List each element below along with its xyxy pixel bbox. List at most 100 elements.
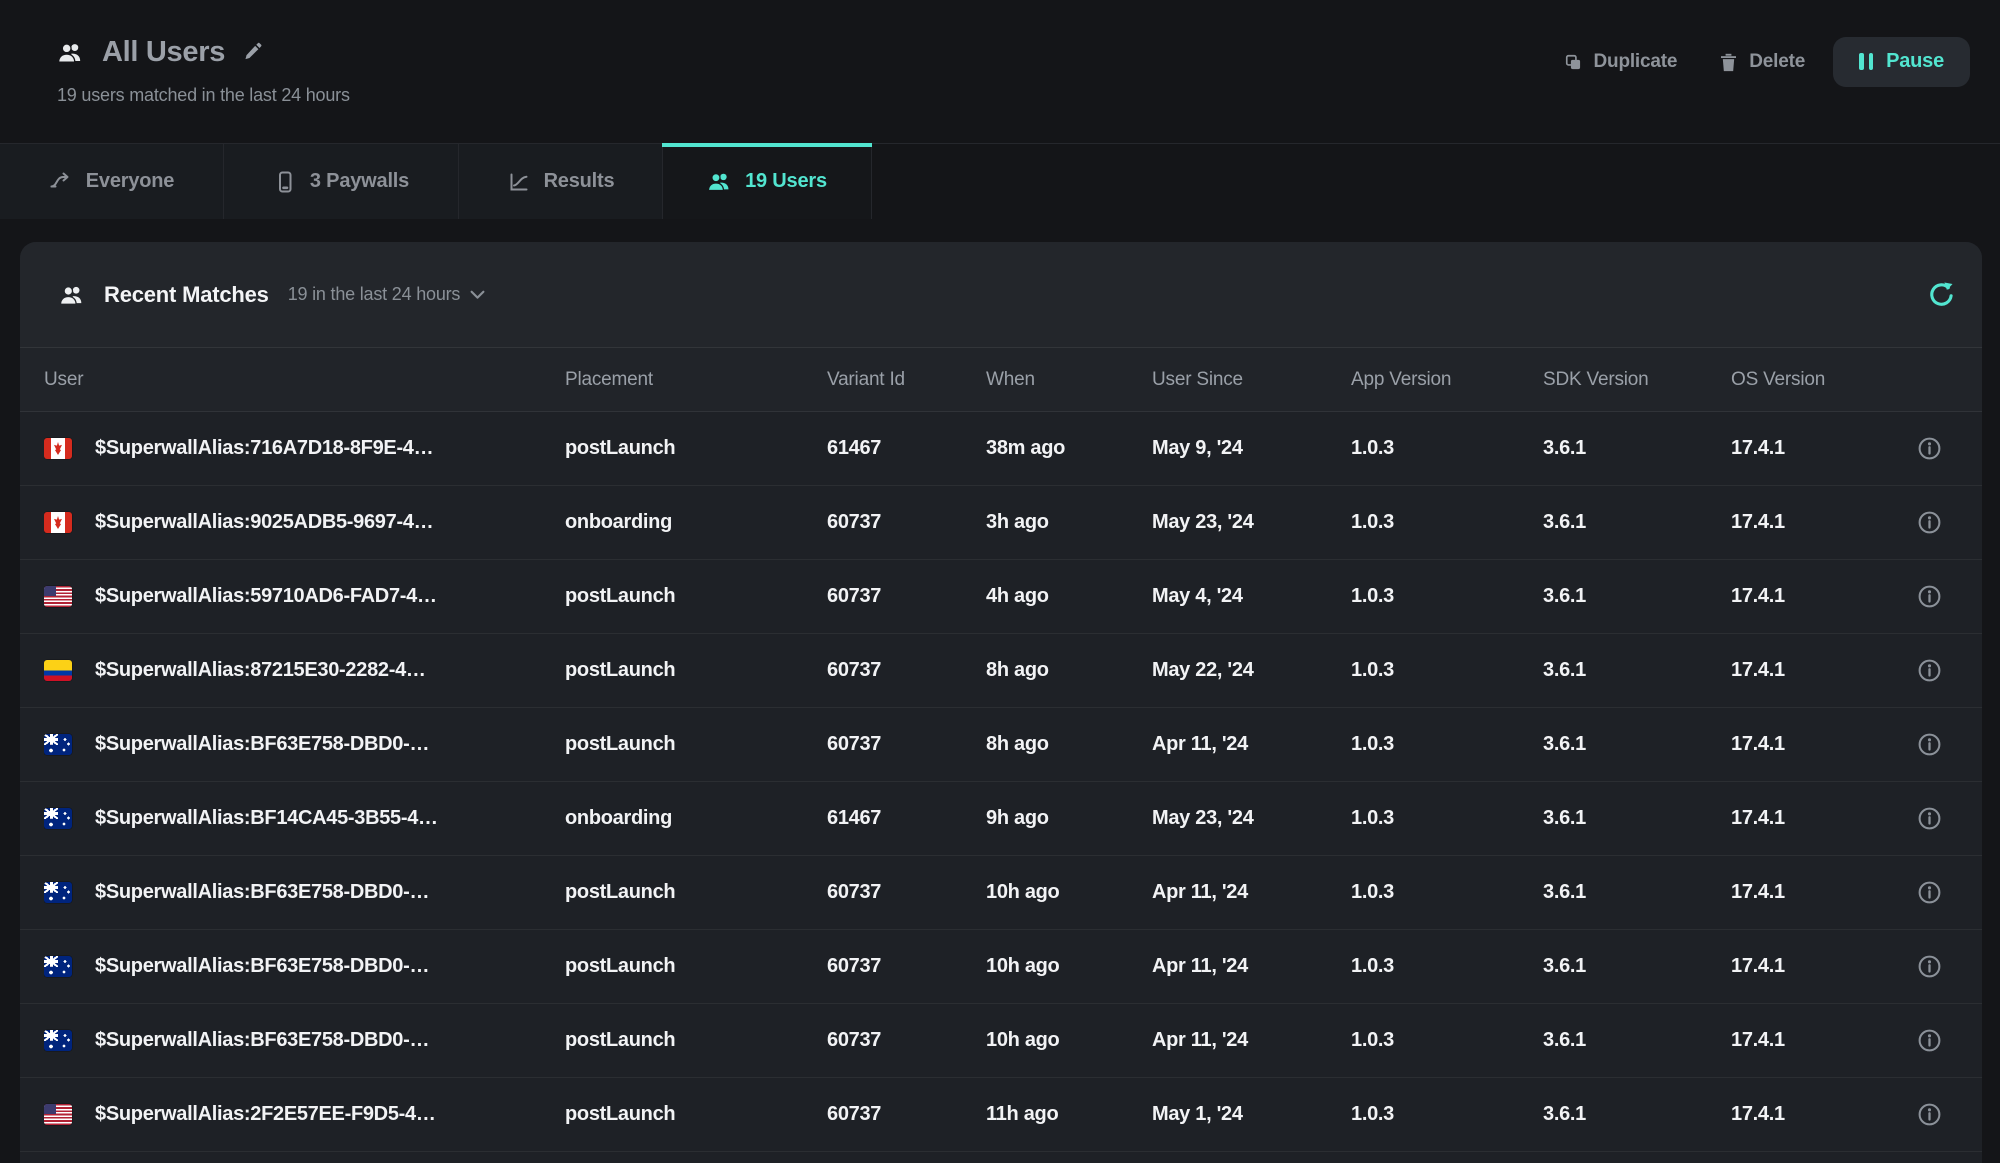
col-os-version: OS Version (1731, 369, 1901, 391)
cell-user: $SuperwallAlias:BF63E758-DBD0-… (95, 733, 429, 756)
delete-label: Delete (1749, 51, 1805, 73)
cell-when: 38m ago (986, 437, 1152, 460)
card-title: Recent Matches (104, 282, 269, 308)
cell-when: 10h ago (986, 955, 1152, 978)
cell-app: 1.0.3 (1351, 659, 1543, 682)
delete-button[interactable]: Delete (1705, 43, 1819, 81)
cell-app: 1.0.3 (1351, 733, 1543, 756)
cell-app: 1.0.3 (1351, 511, 1543, 534)
page-header: All Users 19 users matched in the last 2… (0, 0, 2000, 143)
cell-sdk: 3.6.1 (1543, 955, 1731, 978)
cell-placement: postLaunch (565, 585, 827, 608)
time-filter-dropdown[interactable]: 19 in the last 24 hours (282, 283, 492, 306)
cell-placement: postLaunch (565, 733, 827, 756)
copy-icon (1563, 52, 1583, 72)
cell-user: $SuperwallAlias:BF63E758-DBD0-… (95, 955, 429, 978)
cell-os: 17.4.1 (1731, 733, 1901, 756)
cell-user: $SuperwallAlias:716A7D18-8F9E-4… (95, 437, 433, 460)
cell-when: 11h ago (986, 1103, 1152, 1126)
cell-variant: 60737 (827, 1103, 986, 1126)
cell-sdk: 3.6.1 (1543, 437, 1731, 460)
cell-user: $SuperwallAlias:2F2E57EE-F9D5-4… (95, 1103, 436, 1126)
cell-app: 1.0.3 (1351, 1103, 1543, 1126)
cell-sdk: 3.6.1 (1543, 659, 1731, 682)
cell-since: May 23, '24 (1152, 807, 1351, 830)
card-header: Recent Matches 19 in the last 24 hours (20, 242, 1982, 348)
pause-icon (1859, 53, 1873, 70)
pause-button[interactable]: Pause (1833, 37, 1970, 87)
tab-everyone[interactable]: Everyone (0, 144, 224, 219)
cell-when: 10h ago (986, 1029, 1152, 1052)
tab-users[interactable]: 19 Users (663, 144, 872, 219)
duplicate-button[interactable]: Duplicate (1549, 43, 1692, 81)
cell-when: 3h ago (986, 511, 1152, 534)
info-icon (1917, 732, 1942, 757)
cell-placement: postLaunch (565, 437, 827, 460)
cell-since: May 9, '24 (1152, 437, 1351, 460)
row-info-button[interactable] (1917, 436, 1942, 461)
cell-app: 1.0.3 (1351, 437, 1543, 460)
recent-matches-card: Recent Matches 19 in the last 24 hours (20, 242, 1982, 1163)
cell-since: Apr 11, '24 (1152, 1029, 1351, 1052)
cell-os: 17.4.1 (1731, 807, 1901, 830)
cell-variant: 60737 (827, 511, 986, 534)
branch-arrow-icon (49, 170, 73, 194)
refresh-button[interactable] (1927, 280, 1956, 309)
row-info-button[interactable] (1917, 584, 1942, 609)
users-icon (57, 39, 84, 66)
row-info-button[interactable] (1917, 658, 1942, 683)
col-placement: Placement (565, 369, 827, 391)
tab-paywalls[interactable]: 3 Paywalls (224, 144, 459, 219)
tab-results-label: Results (544, 170, 615, 193)
cell-user: $SuperwallAlias:BF63E758-DBD0-… (95, 881, 429, 904)
cell-os: 17.4.1 (1731, 511, 1901, 534)
col-user-since: User Since (1152, 369, 1351, 391)
row-info-button[interactable] (1917, 1102, 1942, 1127)
row-info-button[interactable] (1917, 510, 1942, 535)
pencil-icon[interactable] (243, 42, 264, 63)
cell-user: $SuperwallAlias:BF14CA45-3B55-4… (95, 807, 438, 830)
row-info-button[interactable] (1917, 806, 1942, 831)
table-row: $SuperwallAlias:716A7D18-8F9E-4… postLau… (20, 412, 1982, 486)
col-sdk-version: SDK Version (1543, 369, 1731, 391)
cell-variant: 61467 (827, 807, 986, 830)
info-icon (1917, 584, 1942, 609)
cell-app: 1.0.3 (1351, 955, 1543, 978)
row-info-button[interactable] (1917, 732, 1942, 757)
duplicate-label: Duplicate (1594, 51, 1678, 73)
cell-sdk: 3.6.1 (1543, 807, 1731, 830)
cell-placement: onboarding (565, 511, 827, 534)
table-row: $SuperwallAlias:BF63E758-DBD0-… postLaun… (20, 1004, 1982, 1078)
info-icon (1917, 436, 1942, 461)
cell-since: May 23, '24 (1152, 511, 1351, 534)
table-body: $SuperwallAlias:716A7D18-8F9E-4… postLau… (20, 412, 1982, 1152)
cell-since: Apr 11, '24 (1152, 955, 1351, 978)
cell-user: $SuperwallAlias:BF63E758-DBD0-… (95, 1029, 429, 1052)
row-info-button[interactable] (1917, 954, 1942, 979)
country-flag-icon (44, 512, 72, 533)
match-summary: 19 users matched in the last 24 hours (57, 85, 350, 106)
cell-variant: 60737 (827, 1029, 986, 1052)
row-info-button[interactable] (1917, 880, 1942, 905)
page-title: All Users (102, 36, 225, 69)
row-info-button[interactable] (1917, 1028, 1942, 1053)
tab-results[interactable]: Results (459, 144, 663, 219)
cell-placement: postLaunch (565, 955, 827, 978)
country-flag-icon (44, 1030, 72, 1051)
info-icon (1917, 658, 1942, 683)
cell-os: 17.4.1 (1731, 881, 1901, 904)
pause-label: Pause (1886, 50, 1944, 73)
cell-variant: 60737 (827, 585, 986, 608)
cell-placement: postLaunch (565, 659, 827, 682)
cell-since: May 22, '24 (1152, 659, 1351, 682)
cell-placement: onboarding (565, 807, 827, 830)
col-user: User (44, 369, 565, 391)
table-header-row: User Placement Variant Id When User Sinc… (20, 348, 1982, 412)
phone-icon (273, 170, 297, 194)
cell-since: May 4, '24 (1152, 585, 1351, 608)
table-row: $SuperwallAlias:BF63E758-DBD0-… postLaun… (20, 708, 1982, 782)
cell-when: 8h ago (986, 659, 1152, 682)
col-variant-id: Variant Id (827, 369, 986, 391)
users-icon (59, 282, 85, 308)
cell-user: $SuperwallAlias:59710AD6-FAD7-4… (95, 585, 437, 608)
